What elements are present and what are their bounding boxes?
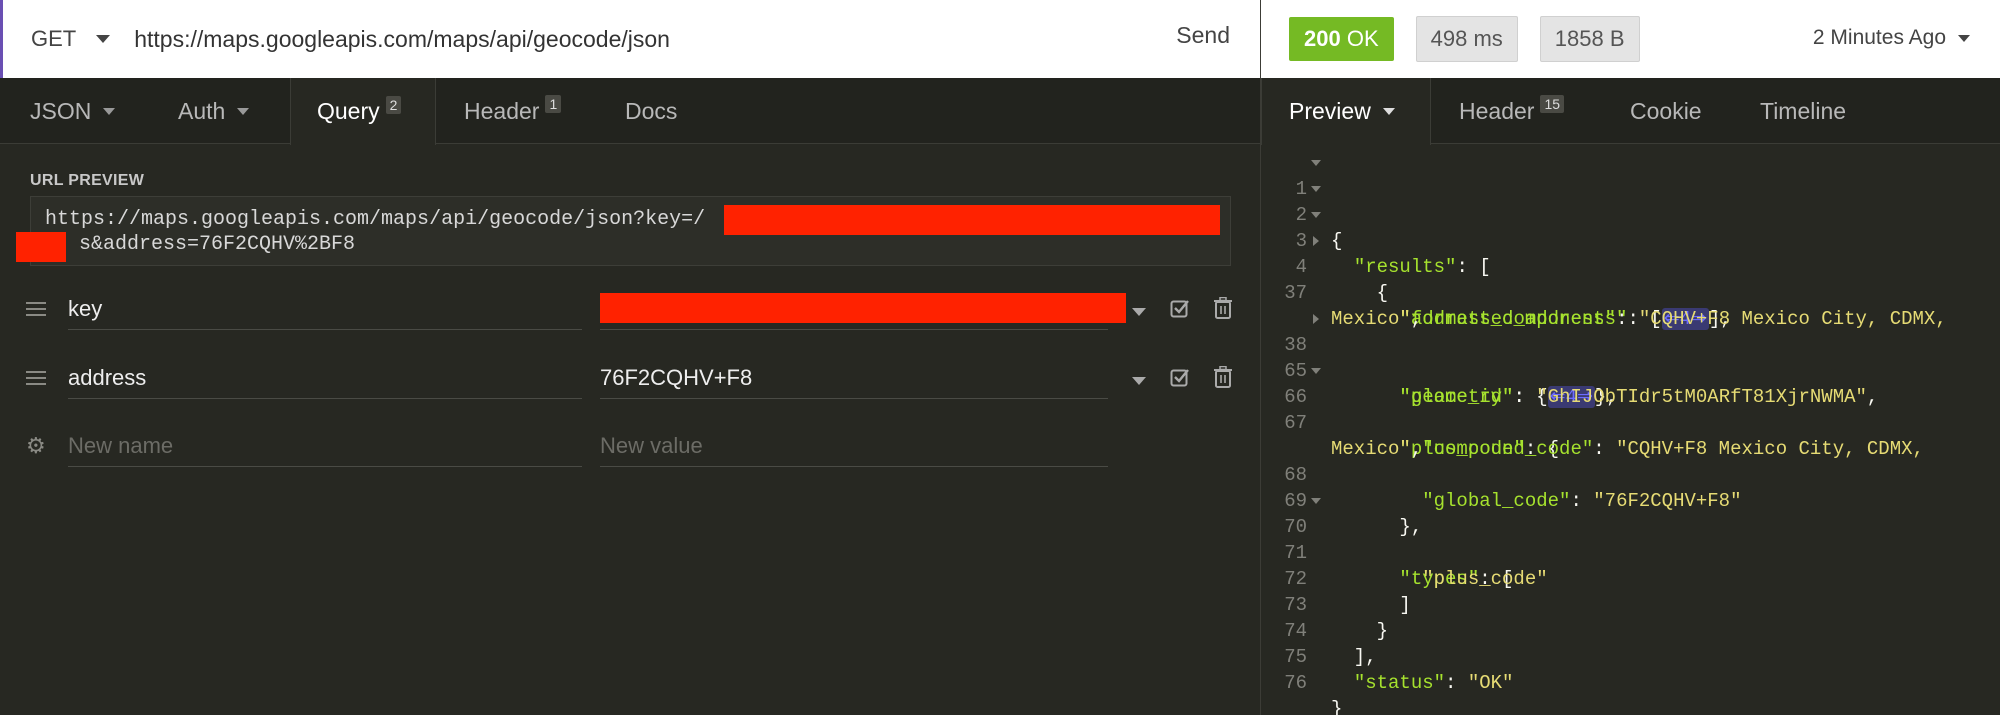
header-count-badge: 1	[545, 95, 562, 113]
response-tabs: Preview Header 15 Cookie Timeline	[1261, 78, 2000, 145]
chevron-down-icon	[237, 107, 250, 115]
tab-cookie-label: Cookie	[1630, 97, 1702, 124]
checkbox-icon[interactable]	[1170, 298, 1190, 318]
status-text: OK	[1346, 26, 1379, 51]
redaction-block	[16, 232, 66, 262]
chevron-down-icon	[103, 107, 116, 115]
tab-json-label: JSON	[30, 97, 92, 124]
code-line: 66 "plus_code": {	[1261, 358, 2000, 460]
method-label: GET	[31, 26, 77, 51]
code-line: 1 {	[1261, 150, 2000, 252]
response-json-viewer: 1 { 2 "results": [ 3 { 4 "address_compon…	[1261, 150, 2000, 715]
tab-preview[interactable]: Preview	[1261, 78, 1431, 145]
json-string: "OK"	[1467, 672, 1514, 694]
tab-response-header[interactable]: Header 15	[1459, 78, 1565, 144]
param-name-field[interactable]: address	[68, 359, 582, 399]
code-line: 71 "plus_code"	[1261, 514, 2000, 590]
drag-handle-icon[interactable]	[26, 302, 46, 316]
tab-json[interactable]: JSON	[30, 78, 116, 144]
line-number: 76	[1284, 672, 1307, 694]
chevron-down-icon	[96, 35, 111, 43]
checkbox-icon[interactable]	[1170, 367, 1190, 387]
tab-response-header-label: Header	[1459, 97, 1535, 124]
trash-icon[interactable]	[1214, 366, 1232, 388]
send-button[interactable]: Send	[1176, 22, 1230, 49]
fold-open-icon[interactable]	[1311, 498, 1321, 504]
fold-open-icon[interactable]	[1311, 186, 1321, 192]
code-line: 4 "address_components": [⇐4⇒],	[1261, 228, 2000, 330]
param-row-new: ⚙ New name New value	[0, 415, 1260, 475]
gear-icon[interactable]: ⚙	[26, 435, 46, 457]
url-preview-line-2: s&address=76F2CQHV%2BF8	[79, 233, 356, 256]
history-dropdown[interactable]: 2 Minutes Ago	[1813, 26, 1970, 50]
time-ago-label: 2 Minutes Ago	[1812, 26, 1946, 49]
response-meta-bar: 200 OK 498 ms 1858 B 2 Minutes Ago	[1261, 0, 2000, 78]
chevron-down-icon	[1382, 108, 1395, 115]
tab-cookie[interactable]: Cookie	[1630, 78, 1702, 144]
code-text: "status": "OK"	[1353, 672, 1514, 694]
trash-icon[interactable]	[1214, 297, 1232, 319]
code-line: 75 "status": "OK"	[1261, 618, 2000, 694]
code-line: 38 "geometry": {⇐4⇒},	[1261, 306, 2000, 408]
param-row-key: key	[0, 278, 1260, 338]
code-line: 3 {	[1261, 202, 2000, 304]
param-row-address: address 76F2CQHV+F8	[0, 347, 1260, 407]
new-param-value-input[interactable]: New value	[600, 427, 1108, 467]
code-line: Mexico",	[1261, 410, 2000, 460]
code-line: 73 }	[1261, 566, 2000, 642]
request-bar: GET Send	[0, 0, 1260, 78]
response-time-badge: 498 ms	[1415, 16, 1518, 62]
chevron-down-icon	[1958, 34, 1970, 42]
query-count-badge: 2	[385, 95, 402, 114]
code-line: 68 "global_code": "76F2CQHV+F8"	[1261, 436, 2000, 512]
tab-query[interactable]: Query 2	[290, 78, 436, 145]
tab-timeline-label: Timeline	[1760, 97, 1847, 124]
code-line: 70 "types": [	[1261, 488, 2000, 590]
response-header-count-badge: 15	[1540, 95, 1565, 113]
drag-handle-icon[interactable]	[26, 371, 46, 385]
request-tabs: JSON Auth Query 2 Header 1 Docs	[0, 78, 1260, 145]
json-key: "status"	[1353, 672, 1446, 694]
method-dropdown[interactable]: GET	[31, 26, 111, 52]
tab-header-label: Header	[464, 97, 540, 124]
param-value-field[interactable]: 76F2CQHV+F8	[600, 359, 1108, 399]
url-input[interactable]	[134, 25, 1135, 53]
chevron-down-icon[interactable]	[1132, 377, 1146, 385]
param-name-field[interactable]: key	[68, 290, 582, 330]
tab-preview-label: Preview	[1289, 98, 1371, 124]
response-size-badge: 1858 B	[1539, 16, 1640, 62]
fold-open-icon[interactable]	[1311, 212, 1321, 218]
status-code: 200	[1304, 26, 1341, 51]
redaction-block	[724, 205, 1220, 235]
new-param-name-input[interactable]: New name	[68, 427, 582, 467]
code-text: }	[1331, 698, 1343, 715]
tab-docs[interactable]: Docs	[625, 78, 677, 144]
code-line: 74 ],	[1261, 592, 2000, 668]
code-line: 65 "place_id": "GhIJObTIdr5tM0ARfT81XjrN…	[1261, 332, 2000, 408]
fold-closed-icon[interactable]	[1313, 314, 1319, 324]
tab-docs-label: Docs	[625, 97, 678, 124]
code-line: 76 }	[1261, 644, 2000, 715]
code-line: 2 "results": [	[1261, 176, 2000, 278]
code-line: Mexico",	[1261, 280, 2000, 330]
redaction-block	[600, 293, 1126, 323]
tab-auth[interactable]: Auth	[178, 78, 250, 144]
code-line: 37 "formatted_address": "CQHV+F8 Mexico …	[1261, 254, 2000, 330]
fold-closed-icon[interactable]	[1313, 236, 1319, 246]
status-badge: 200 OK	[1289, 17, 1394, 61]
fold-open-icon[interactable]	[1311, 160, 1321, 166]
chevron-down-icon[interactable]	[1132, 308, 1146, 316]
code-line: 67 "compound_code": "CQHV+F8 Mexico City…	[1261, 384, 2000, 460]
code-line: 72 ]	[1261, 540, 2000, 616]
fold-open-icon[interactable]	[1311, 368, 1321, 374]
tab-header[interactable]: Header 1	[464, 78, 562, 144]
tab-timeline[interactable]: Timeline	[1760, 78, 1846, 144]
tab-query-label: Query	[317, 98, 380, 124]
tab-auth-label: Auth	[178, 97, 226, 124]
code-line: 69 },	[1261, 462, 2000, 538]
url-preview-label: URL PREVIEW	[30, 172, 145, 189]
